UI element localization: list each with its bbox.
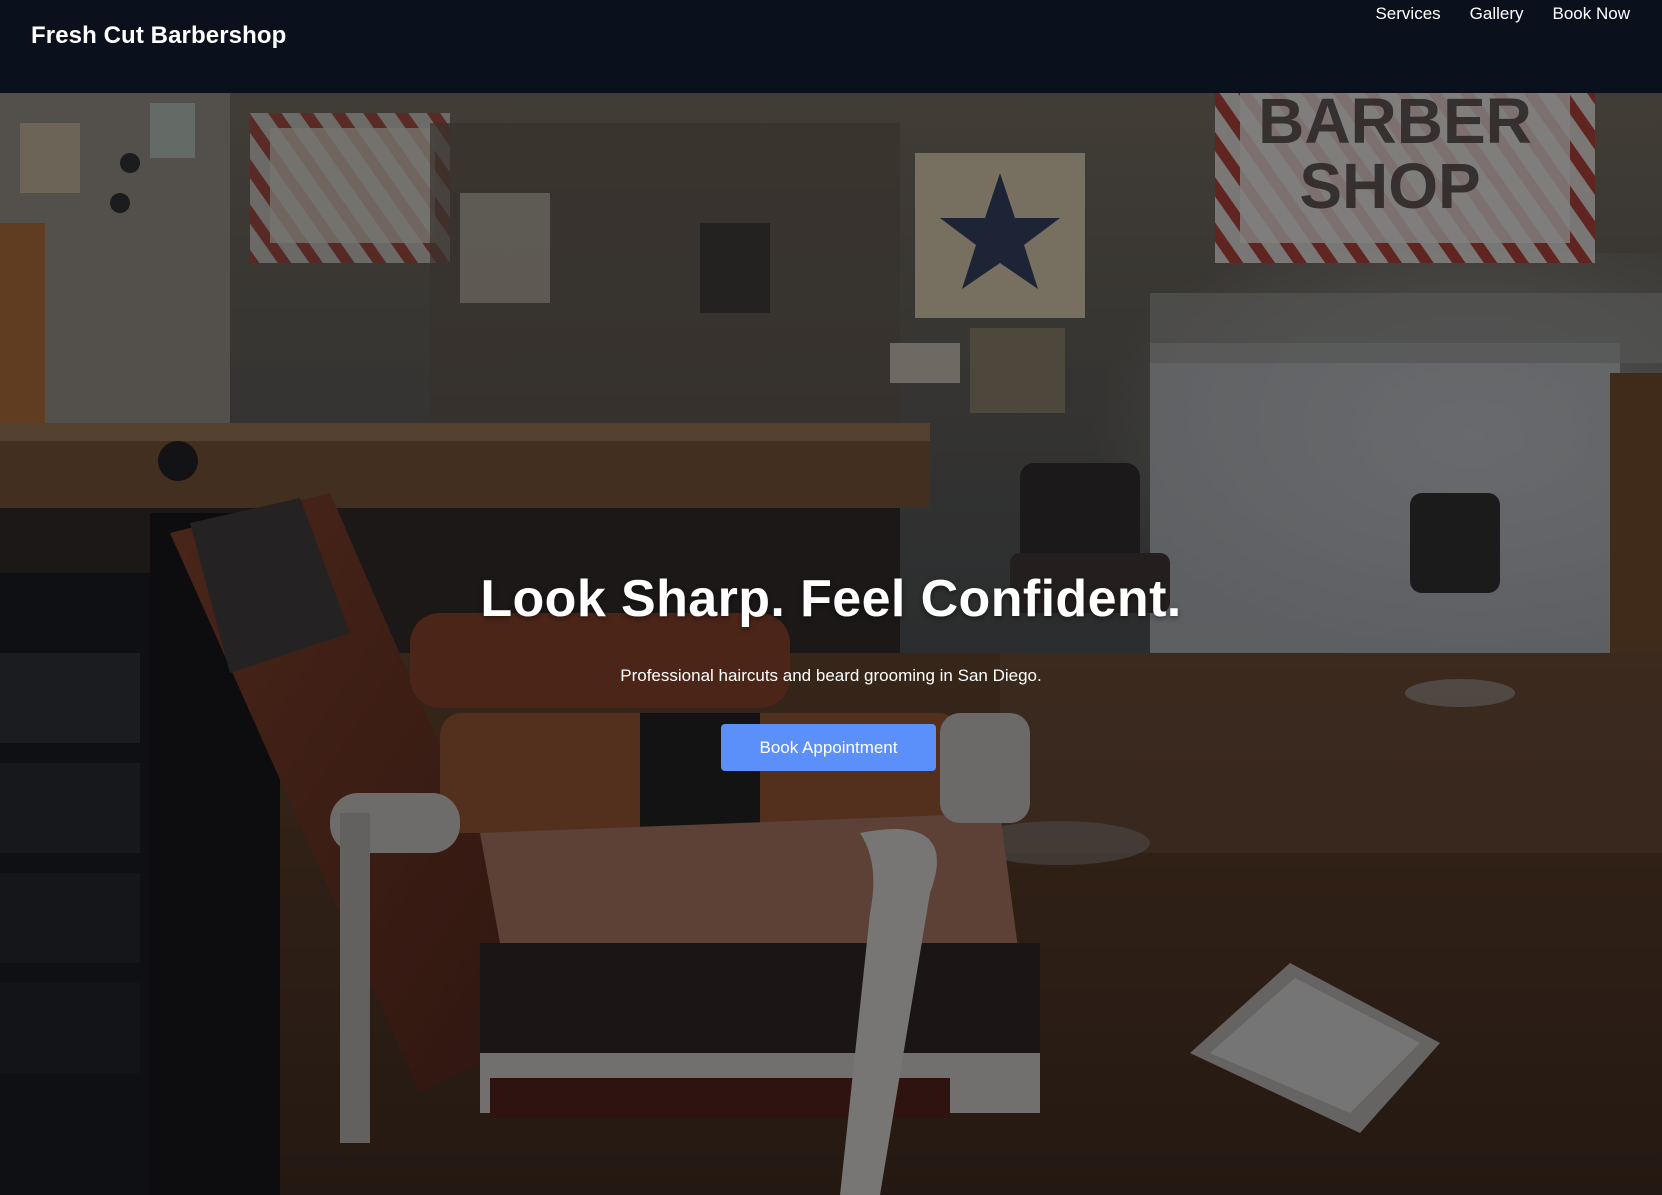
hero-section: BARBER SHOP Look Sharp. Feel Confident. … [0,93,1662,1195]
site-header: Fresh Cut Barbershop Services Gallery Bo… [0,0,1662,93]
book-appointment-button[interactable]: Book Appointment [721,724,936,771]
site-logo[interactable]: Fresh Cut Barbershop [31,22,286,50]
nav-link-gallery[interactable]: Gallery [1470,3,1524,25]
hero-title: Look Sharp. Feel Confident. [480,570,1182,628]
hero-subtitle: Professional haircuts and beard grooming… [620,666,1042,685]
main-nav: Services Gallery Book Now [1375,3,1630,25]
nav-link-book-now[interactable]: Book Now [1553,3,1630,25]
hero-content: Look Sharp. Feel Confident. Professional… [0,93,1662,1195]
nav-link-services[interactable]: Services [1375,3,1440,25]
